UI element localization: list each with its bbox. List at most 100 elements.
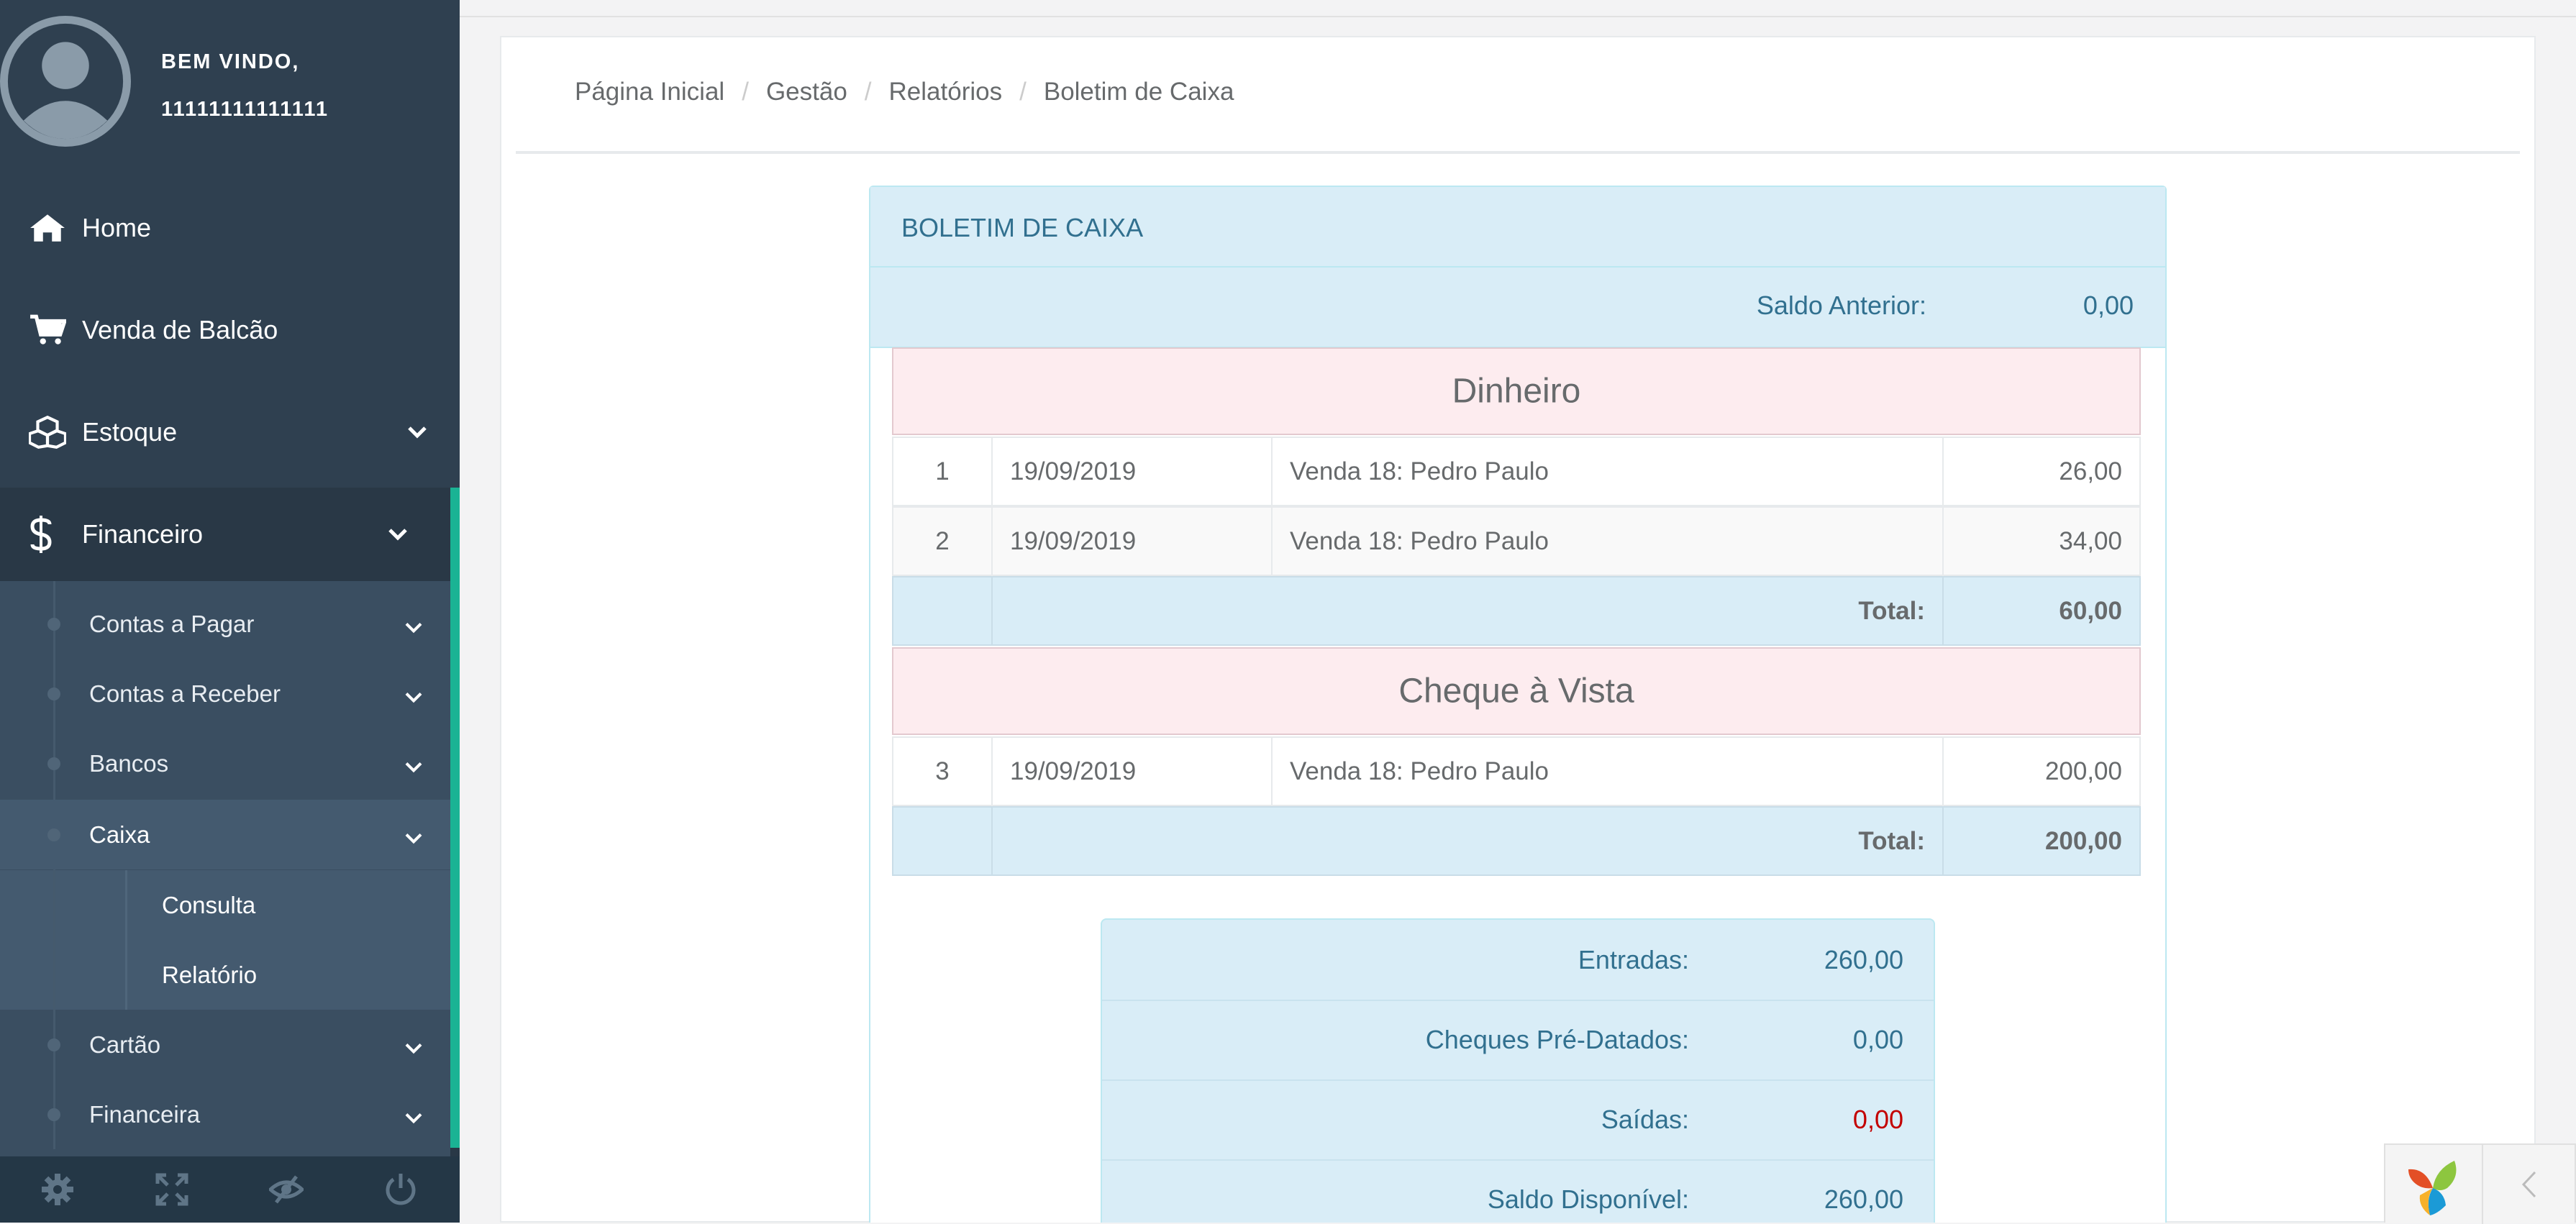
expand-icon xyxy=(155,1173,188,1206)
avatar-icon[interactable] xyxy=(0,16,131,147)
breadcrumb-separator: / xyxy=(864,77,872,106)
row-date-cell: 19/09/2019 xyxy=(991,736,1273,806)
empty-cell xyxy=(892,576,993,646)
row-date-cell: 19/09/2019 xyxy=(991,506,1273,576)
breadcrumb-link-home[interactable]: Página Inicial xyxy=(575,78,724,106)
settings-button[interactable] xyxy=(0,1156,114,1223)
sidebar: BEM VINDO, 11111111111111 Home Venda de … xyxy=(0,0,460,1223)
summary-value: 0,00 xyxy=(1852,1104,1903,1134)
chevron-down-icon xyxy=(405,762,422,772)
username: 11111111111111 xyxy=(161,98,329,121)
sidebar-item-label: Contas a Receber xyxy=(89,680,281,707)
row-description-cell: Venda 18: Pedro Paulo xyxy=(1271,506,1944,576)
hide-button[interactable] xyxy=(229,1156,343,1223)
summary-label: Entradas: xyxy=(1578,944,1689,974)
section-title: Dinheiro xyxy=(1452,372,1581,411)
chevron-down-icon xyxy=(388,529,407,541)
home-icon xyxy=(30,214,65,242)
shopping-cart-icon xyxy=(30,314,66,344)
cubes-icon xyxy=(29,416,66,449)
fullscreen-button[interactable] xyxy=(114,1156,229,1223)
dollar-icon xyxy=(30,516,52,553)
sidebar-item-relatorio[interactable]: Relatório xyxy=(0,940,450,1010)
nav-item-label: Financeiro xyxy=(82,519,204,549)
sidebar-item-label: Cartão xyxy=(89,1031,161,1058)
sidebar-item-contas-pagar[interactable]: Contas a Pagar xyxy=(0,589,450,659)
sidebar-item-label: Bancos xyxy=(89,749,169,777)
summary-label: Cheques Pré-Datados: xyxy=(1425,1024,1689,1054)
nav-item-label: Estoque xyxy=(82,417,178,447)
sidebar-item-financeira[interactable]: Financeira xyxy=(0,1079,450,1149)
sidebar-item-contas-receber[interactable]: Contas a Receber xyxy=(0,659,450,729)
breadcrumb-separator: / xyxy=(1019,77,1027,106)
row-value-cell: 26,00 xyxy=(1942,437,2141,506)
total-label-cell: Total: xyxy=(991,576,1944,646)
nav-item-home[interactable]: Home xyxy=(0,177,460,279)
bullet-icon xyxy=(47,687,60,700)
total-value-cell: 200,00 xyxy=(1942,806,2141,876)
user-profile: BEM VINDO, 11111111111111 xyxy=(0,0,460,165)
bullet-icon xyxy=(47,617,60,631)
top-navbar xyxy=(460,0,2576,17)
debug-toolbar[interactable] xyxy=(2384,1143,2576,1224)
section-title: Cheque à Vista xyxy=(1398,672,1634,711)
breadcrumb-link-gestao[interactable]: Gestão xyxy=(766,78,847,106)
sidebar-item-bancos[interactable]: Bancos xyxy=(0,729,450,798)
nav-item-label: Venda de Balcão xyxy=(82,315,278,344)
welcome-text: BEM VINDO, xyxy=(161,50,300,73)
row-description-cell: Venda 18: Pedro Paulo xyxy=(1271,437,1944,506)
summary-row-cheques-pre-datados: Cheques Pré-Datados: 0,00 xyxy=(1102,1000,1934,1081)
saldo-anterior-label: Saldo Anterior: xyxy=(1756,291,1926,320)
table-total-row: Total: 200,00 xyxy=(892,806,2141,876)
total-label-cell: Total: xyxy=(991,806,1944,876)
breadcrumb-link-relatorios[interactable]: Relatórios xyxy=(889,78,1003,106)
row-description-cell: Venda 18: Pedro Paulo xyxy=(1271,736,1944,806)
summary-label: Saldo Disponível: xyxy=(1487,1184,1689,1214)
chevron-down-icon xyxy=(408,426,427,439)
power-icon xyxy=(386,1174,415,1205)
chevron-left-icon[interactable] xyxy=(2515,1166,2544,1202)
sidebar-footer xyxy=(0,1156,460,1223)
summary-row-saidas: Saídas: 0,00 xyxy=(1102,1079,1934,1161)
sidebar-item-label: Caixa xyxy=(89,821,150,848)
nav-item-financeiro[interactable]: Financeiro xyxy=(0,488,450,581)
nav-item-venda-balcao[interactable]: Venda de Balcão xyxy=(0,279,460,381)
row-value-cell: 34,00 xyxy=(1942,506,2141,576)
breadcrumb: Página Inicial / Gestão / Relatórios / Boletim… xyxy=(575,76,1234,112)
sidebar-item-consulta[interactable]: Consulta xyxy=(0,870,450,940)
row-number-cell: 3 xyxy=(892,736,993,806)
row-number-cell: 1 xyxy=(892,437,993,506)
active-menu-indicator xyxy=(450,488,460,1148)
total-value-cell: 60,00 xyxy=(1942,576,2141,646)
eye-slash-icon xyxy=(268,1175,304,1204)
divider xyxy=(516,151,2520,154)
nav-item-estoque[interactable]: Estoque xyxy=(0,381,460,483)
yii-logo-icon[interactable] xyxy=(2404,1155,2465,1217)
table-row: 2 19/09/2019 Venda 18: Pedro Paulo 34,00 xyxy=(892,506,2141,576)
table-row: 3 19/09/2019 Venda 18: Pedro Paulo 200,0… xyxy=(892,736,2141,806)
logout-button[interactable] xyxy=(343,1156,458,1223)
sidebar-item-caixa[interactable]: Caixa xyxy=(0,800,450,869)
divider xyxy=(2482,1145,2483,1224)
chevron-down-icon xyxy=(405,692,422,703)
nav-item-label: Home xyxy=(82,213,152,242)
bullet-icon xyxy=(47,1038,60,1051)
chevron-down-icon xyxy=(405,833,422,844)
section-header-dinheiro: Dinheiro xyxy=(892,347,2141,435)
sidebar-item-label: Financeira xyxy=(89,1100,201,1128)
chevron-down-icon xyxy=(405,1043,422,1054)
summary-value: 260,00 xyxy=(1824,944,1903,974)
gear-icon xyxy=(41,1174,73,1205)
sidebar-item-cartao[interactable]: Cartão xyxy=(0,1010,450,1079)
row-number-cell: 2 xyxy=(892,506,993,576)
summary-value: 260,00 xyxy=(1824,1184,1903,1214)
summary-row-saldo-disponivel: Saldo Disponível: 260,00 xyxy=(1102,1159,1934,1223)
summary-label: Saídas: xyxy=(1601,1104,1689,1134)
chevron-down-icon xyxy=(405,622,422,633)
table-total-row: Total: 60,00 xyxy=(892,576,2141,646)
summary-row-entradas: Entradas: 260,00 xyxy=(1102,920,1934,1001)
summary-panel: Entradas: 260,00 Cheques Pré-Datados: 0,… xyxy=(1101,918,1935,1223)
section-header-cheque-vista: Cheque à Vista xyxy=(892,647,2141,735)
breadcrumb-current: Boletim de Caixa xyxy=(1043,77,1234,106)
chevron-down-icon xyxy=(405,1113,422,1123)
